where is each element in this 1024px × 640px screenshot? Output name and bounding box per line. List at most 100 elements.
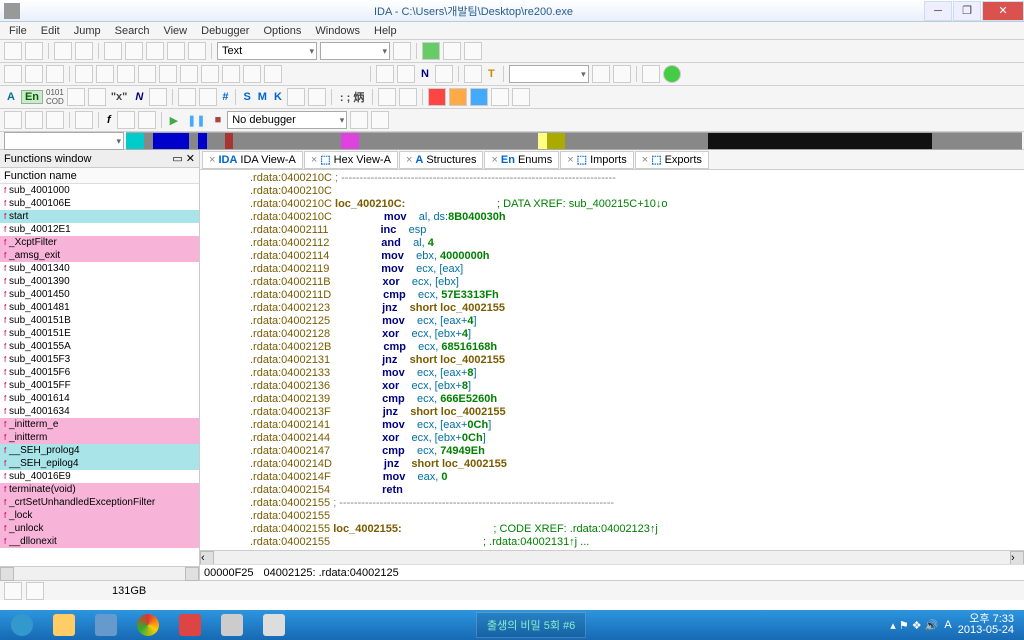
tool-btn[interactable] — [88, 88, 106, 106]
tool-btn[interactable] — [201, 65, 219, 83]
function-item[interactable]: f _XcptFilter — [0, 236, 199, 249]
function-item[interactable]: f sub_4001390 — [0, 275, 199, 288]
tool-btn[interactable] — [46, 111, 64, 129]
tool-btn[interactable] — [180, 65, 198, 83]
tab-ida-view-a[interactable]: ×IDAIDA View-A — [202, 151, 303, 169]
go-button[interactable] — [422, 42, 440, 60]
close-tab-icon[interactable]: × — [406, 154, 412, 166]
output-icon[interactable] — [4, 582, 22, 600]
tool-btn[interactable] — [199, 88, 217, 106]
close-tab-icon[interactable]: × — [311, 154, 317, 166]
disassembly-view[interactable]: .rdata:0400210C ; ----------------------… — [200, 170, 1024, 550]
scroll-left-icon[interactable] — [0, 567, 14, 581]
ie-icon[interactable] — [2, 611, 42, 639]
tool-btn[interactable] — [443, 42, 461, 60]
jump-combo[interactable] — [4, 132, 124, 150]
maximize-button[interactable]: ❐ — [953, 1, 981, 21]
tool-btn[interactable] — [4, 65, 22, 83]
function-item[interactable]: f __dllonexit — [0, 535, 199, 548]
tool-btn[interactable] — [222, 65, 240, 83]
search-next-button[interactable] — [125, 42, 143, 60]
tool-btn[interactable] — [117, 65, 135, 83]
app-icon[interactable] — [212, 611, 252, 639]
close-tab-icon[interactable]: × — [567, 154, 573, 166]
type-combo[interactable]: Text — [217, 42, 317, 60]
function-item[interactable]: f _unlock — [0, 522, 199, 535]
function-item[interactable]: f sub_40012E1 — [0, 223, 199, 236]
overview-navigator[interactable] — [126, 132, 1022, 150]
menu-search[interactable]: Search — [108, 25, 157, 37]
function-item[interactable]: f sub_400151B — [0, 314, 199, 327]
function-item[interactable]: f sub_400106E — [0, 197, 199, 210]
tool-btn[interactable] — [592, 65, 610, 83]
function-item[interactable]: f sub_400151E — [0, 327, 199, 340]
close-tab-icon[interactable]: × — [491, 154, 497, 166]
scroll-right-icon[interactable] — [185, 567, 199, 581]
menu-options[interactable]: Options — [256, 25, 308, 37]
tool-btn[interactable] — [464, 65, 482, 83]
search-prev-button[interactable] — [146, 42, 164, 60]
function-item[interactable]: f sub_40015F3 — [0, 353, 199, 366]
tool-btn[interactable] — [149, 88, 167, 106]
tab-structures[interactable]: ×AStructures — [399, 151, 484, 169]
function-item[interactable]: f _amsg_exit — [0, 249, 199, 262]
tool-btn[interactable] — [188, 42, 206, 60]
close-tab-icon[interactable]: × — [642, 154, 648, 166]
function-item[interactable]: f sub_40015F6 — [0, 366, 199, 379]
tool-btn[interactable] — [138, 111, 156, 129]
menu-edit[interactable]: Edit — [34, 25, 67, 37]
menu-file[interactable]: File — [2, 25, 34, 37]
functions-column-header[interactable]: Function name — [0, 168, 199, 184]
tool-btn[interactable] — [399, 88, 417, 106]
chrome-icon[interactable] — [128, 611, 168, 639]
function-item[interactable]: f sub_4001450 — [0, 288, 199, 301]
function-item[interactable]: f sub_40015FF — [0, 379, 199, 392]
tool-btn[interactable] — [491, 88, 509, 106]
tray-lang[interactable]: A — [944, 619, 951, 631]
tab-enums[interactable]: ×EnEnums — [484, 151, 559, 169]
tool-btn[interactable] — [138, 65, 156, 83]
scroll-left-icon[interactable]: ‹ — [200, 551, 214, 565]
menu-view[interactable]: View — [156, 25, 194, 37]
function-item[interactable]: f start — [0, 210, 199, 223]
function-item[interactable]: f __SEH_epilog4 — [0, 457, 199, 470]
tool-btn[interactable] — [67, 88, 85, 106]
app-icon[interactable] — [86, 611, 126, 639]
tool-btn[interactable] — [178, 88, 196, 106]
tool-btn[interactable] — [397, 65, 415, 83]
tool-btn[interactable] — [371, 111, 389, 129]
back-button[interactable] — [54, 42, 72, 60]
tool-btn[interactable] — [512, 88, 530, 106]
tool-btn[interactable] — [642, 65, 660, 83]
explorer-icon[interactable] — [44, 611, 84, 639]
save-button[interactable] — [25, 42, 43, 60]
tool-btn[interactable] — [264, 65, 282, 83]
undock-icon[interactable]: ▭ ✕ — [172, 152, 195, 165]
tool-btn[interactable] — [46, 65, 64, 83]
function-item[interactable]: f _initterm — [0, 431, 199, 444]
search-button[interactable] — [104, 42, 122, 60]
stop-icon[interactable]: ■ — [212, 114, 225, 126]
menu-jump[interactable]: Jump — [67, 25, 108, 37]
open-button[interactable] — [4, 42, 22, 60]
chart-icon[interactable] — [378, 88, 396, 106]
python-icon[interactable] — [26, 582, 44, 600]
run-button[interactable] — [663, 65, 681, 83]
tool-btn[interactable] — [428, 88, 446, 106]
pause-icon[interactable]: ❚❚ — [184, 114, 208, 127]
tab-hex-view-a[interactable]: ×⬚Hex View-A — [304, 151, 398, 169]
tool-btn[interactable] — [96, 65, 114, 83]
tool-btn[interactable] — [75, 65, 93, 83]
tool-btn[interactable] — [117, 111, 135, 129]
forward-button[interactable] — [75, 42, 93, 60]
app-icon[interactable] — [254, 611, 294, 639]
menu-windows[interactable]: Windows — [308, 25, 367, 37]
tool-btn[interactable] — [376, 65, 394, 83]
tool-btn[interactable] — [464, 42, 482, 60]
function-item[interactable]: f sub_4001614 — [0, 392, 199, 405]
function-item[interactable]: f _lock — [0, 509, 199, 522]
menu-debugger[interactable]: Debugger — [194, 25, 256, 37]
tab-exports[interactable]: ×⬚Exports — [635, 151, 709, 169]
tool-btn[interactable] — [287, 88, 305, 106]
scroll-right-icon[interactable]: › — [1010, 551, 1024, 565]
